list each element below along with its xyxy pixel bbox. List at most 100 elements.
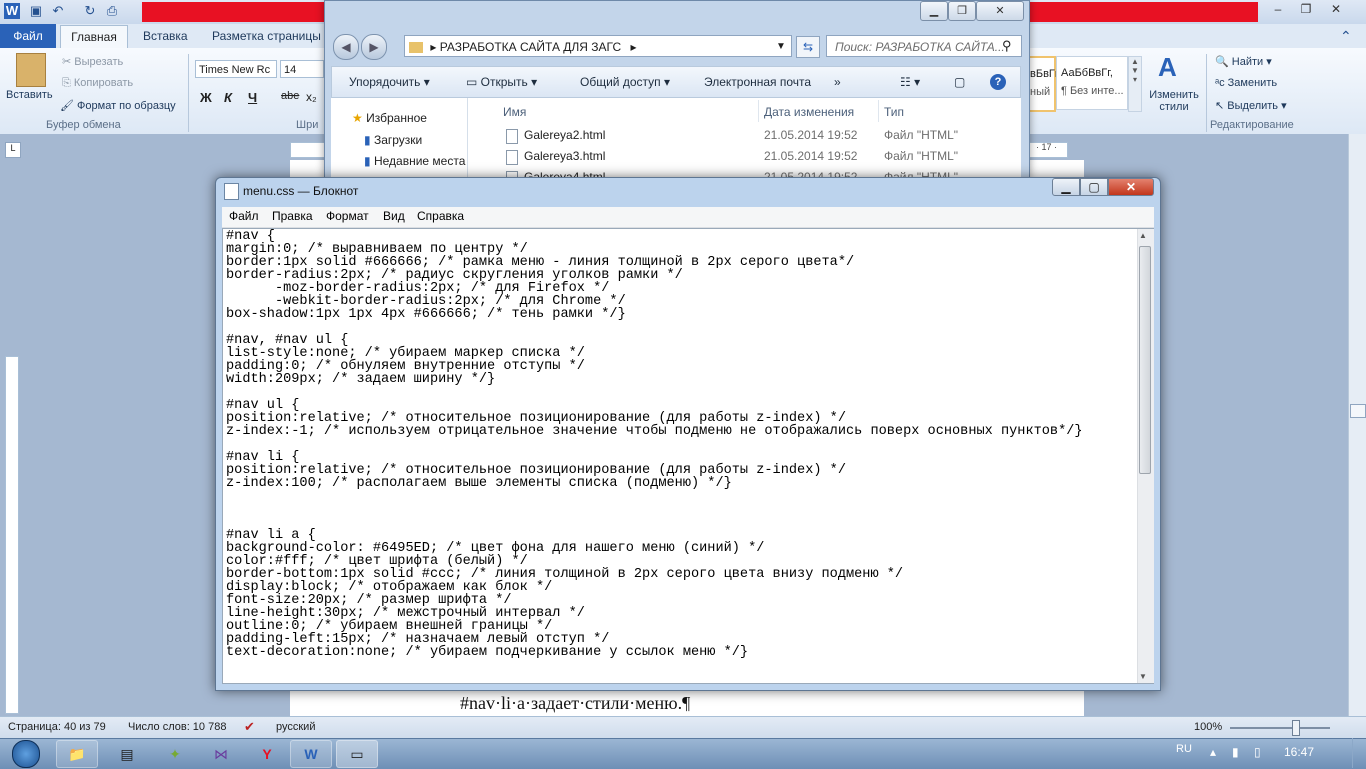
find-button[interactable]: 🔍 Найти ▾ bbox=[1215, 55, 1272, 68]
taskbar-calculator-icon[interactable]: ▤ bbox=[106, 740, 148, 768]
status-page[interactable]: Страница: 40 из 79 bbox=[8, 721, 106, 733]
explorer-close-button[interactable]: ✕ bbox=[976, 1, 1024, 21]
show-desktop-button[interactable] bbox=[1352, 738, 1366, 768]
taskbar-app-icon[interactable]: ✦ bbox=[154, 740, 196, 768]
scroll-up-icon[interactable]: ▲ bbox=[1139, 231, 1147, 240]
bold-button[interactable]: Ж bbox=[200, 90, 212, 105]
status-words[interactable]: Число слов: 10 788 bbox=[128, 721, 226, 733]
column-date[interactable]: Дата изменения bbox=[764, 105, 854, 119]
copy-label: Копировать bbox=[73, 77, 134, 89]
preview-pane-icon[interactable]: ▢ bbox=[954, 75, 965, 89]
taskbar-word-icon[interactable]: W bbox=[290, 740, 332, 768]
tab-insert[interactable]: Вставка bbox=[143, 24, 188, 48]
organize-button[interactable]: Упорядочить ▾ bbox=[349, 75, 430, 89]
forward-button[interactable]: ▶ bbox=[361, 34, 387, 60]
replace-button[interactable]: ᵃc Заменить bbox=[1215, 77, 1277, 89]
refresh-icon[interactable]: ⇆ bbox=[796, 36, 820, 58]
column-type[interactable]: Тип bbox=[884, 105, 904, 119]
nav-favorites[interactable]: ★ Избранное bbox=[352, 111, 427, 125]
change-styles-button[interactable]: Изменить стили bbox=[1146, 89, 1202, 113]
zoom-slider[interactable] bbox=[1230, 727, 1330, 729]
styles-scroll[interactable]: ▲ ▼ ▾ bbox=[1128, 56, 1142, 112]
font-name-select[interactable]: Times New Rc bbox=[195, 60, 277, 78]
network-icon[interactable]: ▮ bbox=[1232, 745, 1239, 759]
help-icon[interactable]: ? bbox=[990, 74, 1006, 90]
help-icon[interactable]: ⌃ bbox=[1340, 28, 1352, 45]
italic-button[interactable]: К bbox=[224, 90, 232, 105]
column-name[interactable]: Имя bbox=[503, 105, 526, 119]
notepad-scroll-thumb[interactable] bbox=[1139, 246, 1151, 474]
explorer-minimize-button[interactable]: ▁ bbox=[920, 1, 948, 21]
menu-view[interactable]: Вид bbox=[383, 209, 405, 223]
ruler-toggle[interactable] bbox=[1350, 404, 1366, 418]
start-button[interactable] bbox=[2, 738, 50, 768]
strikethrough-button[interactable]: abe bbox=[281, 90, 299, 102]
tab-layout[interactable]: Разметка страницы bbox=[212, 24, 321, 48]
clock[interactable]: 16:47 bbox=[1284, 745, 1314, 759]
zoom-level[interactable]: 100% bbox=[1194, 721, 1222, 733]
file-type: Файл "HTML" bbox=[884, 128, 959, 142]
status-language[interactable]: русский bbox=[276, 721, 315, 733]
cut-button[interactable]: ✂ Вырезать bbox=[62, 55, 123, 68]
notepad-close-button[interactable]: ✕ bbox=[1108, 178, 1154, 196]
language-indicator[interactable]: RU bbox=[1176, 743, 1192, 755]
notepad-text-area[interactable]: #nav { margin:0; /* выравниваем по центр… bbox=[222, 228, 1154, 684]
notepad-minimize-button[interactable]: ▁ bbox=[1052, 178, 1080, 196]
organize-label: Упорядочить bbox=[349, 75, 421, 89]
font-size-select[interactable]: 14 bbox=[280, 60, 324, 78]
column-divider bbox=[758, 100, 759, 122]
word-close-button[interactable]: ✕ bbox=[1322, 0, 1350, 18]
word-minimize-button[interactable]: ‒ bbox=[1264, 0, 1292, 18]
select-button[interactable]: ↖ Выделить ▾ bbox=[1215, 99, 1287, 112]
underline-button[interactable]: Ч bbox=[248, 90, 257, 105]
nav-recent[interactable]: ▮ Недавние места bbox=[364, 154, 466, 168]
back-button[interactable]: ◀ bbox=[333, 34, 359, 60]
address-bar[interactable]: ▸ РАЗРАБОТКА САЙТА ДЛЯ ЗАГС ▸ bbox=[404, 35, 792, 57]
share-button[interactable]: Общий доступ ▾ bbox=[580, 75, 670, 89]
more-chevron-icon[interactable]: » bbox=[834, 75, 841, 89]
nav-downloads[interactable]: ▮ Загрузки bbox=[364, 133, 422, 147]
taskbar-notepad-icon[interactable]: ▭ bbox=[336, 740, 378, 768]
style-no-spacing[interactable]: АаБбВвГг, ¶ Без инте... bbox=[1056, 56, 1128, 110]
redo-icon[interactable]: ↻ bbox=[82, 3, 98, 19]
menu-format[interactable]: Формат bbox=[326, 209, 369, 223]
email-button[interactable]: Электронная почта bbox=[704, 75, 811, 89]
notepad-maximize-button[interactable]: ▢ bbox=[1080, 178, 1108, 196]
view-options-icon[interactable]: ☷ ▾ bbox=[900, 75, 920, 89]
copy-button[interactable]: ⎘ Копировать bbox=[62, 77, 133, 90]
menu-file[interactable]: Файл bbox=[229, 209, 259, 223]
print-preview-icon[interactable]: ⎙ bbox=[104, 3, 120, 19]
style-no-spacing-sample: АаБбВвГг, bbox=[1061, 67, 1113, 79]
explorer-restore-button[interactable]: ❐ bbox=[948, 1, 976, 21]
taskbar-explorer-icon[interactable]: 📁 bbox=[56, 740, 98, 768]
share-label: Общий доступ bbox=[580, 75, 661, 89]
save-icon[interactable]: ▣ bbox=[28, 3, 44, 19]
paste-button[interactable]: Вставить bbox=[6, 89, 53, 101]
explorer-search-input[interactable]: Поиск: РАЗРАБОТКА САЙТА... bbox=[826, 35, 1022, 57]
format-painter-button[interactable]: 🖌 Формат по образцу bbox=[60, 99, 176, 112]
open-button[interactable]: ▭ Открыть ▾ bbox=[466, 75, 537, 89]
tray-expand-icon[interactable]: ▴ bbox=[1210, 745, 1216, 759]
word-vertical-scrollbar[interactable] bbox=[1348, 134, 1366, 716]
change-styles-icon[interactable]: A bbox=[1158, 52, 1177, 83]
battery-icon[interactable]: ▯ bbox=[1254, 745, 1261, 759]
paste-icon[interactable] bbox=[16, 53, 46, 87]
undo-icon[interactable]: ↶ bbox=[50, 3, 66, 19]
file-row[interactable]: Galereya2.html 21.05.2014 19:52 Файл "HT… bbox=[506, 127, 1006, 147]
taskbar-yandex-icon[interactable]: Y bbox=[246, 740, 288, 768]
style-normal[interactable]: вБвГг, ный bbox=[1026, 56, 1061, 112]
tab-file[interactable]: Файл bbox=[0, 24, 56, 48]
word-restore-button[interactable]: ❐ bbox=[1292, 0, 1320, 18]
proofing-icon[interactable]: ✔ bbox=[244, 719, 255, 735]
word-app-icon[interactable]: W bbox=[4, 3, 20, 19]
address-dropdown-icon[interactable]: ▼ bbox=[776, 41, 786, 52]
tab-selector[interactable]: L bbox=[5, 142, 21, 158]
scroll-down-icon[interactable]: ▼ bbox=[1139, 672, 1147, 681]
taskbar-visual-studio-icon[interactable]: ⋈ bbox=[200, 740, 242, 768]
file-row[interactable]: Galereya3.html 21.05.2014 19:52 Файл "HT… bbox=[506, 148, 1006, 168]
menu-help[interactable]: Справка bbox=[417, 209, 464, 223]
menu-edit[interactable]: Правка bbox=[272, 209, 313, 223]
tab-home[interactable]: Главная bbox=[60, 25, 128, 49]
zoom-slider-thumb[interactable] bbox=[1292, 720, 1300, 736]
subscript-button[interactable]: x₂ bbox=[306, 90, 317, 104]
